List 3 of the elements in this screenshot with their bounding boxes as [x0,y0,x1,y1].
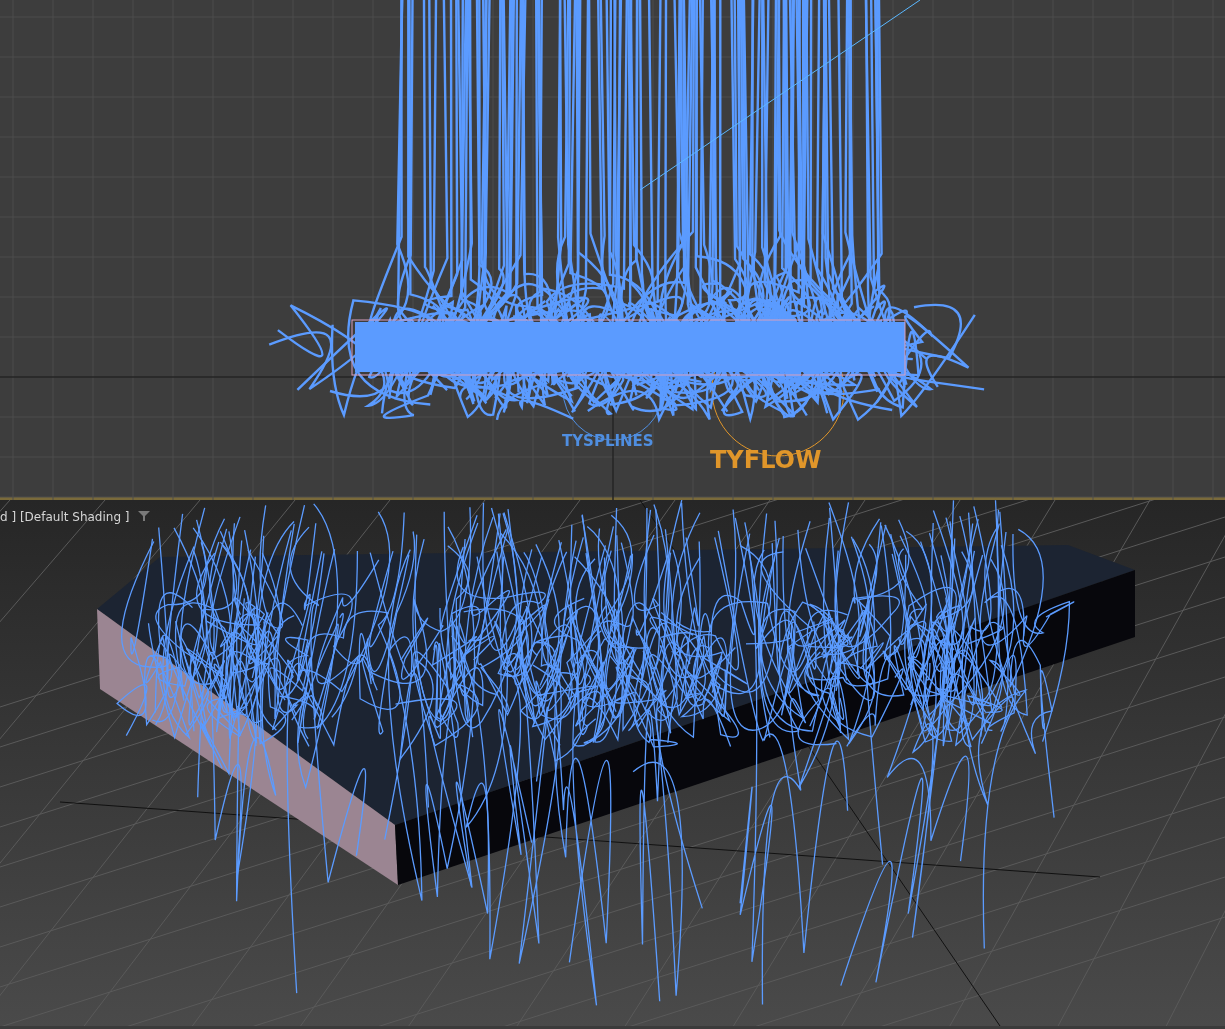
helper-label: TYFLOW [710,446,822,474]
viewport-label[interactable]: d ] [Default Shading ] [0,508,130,526]
helper-label: TYSPLINES [562,432,654,450]
